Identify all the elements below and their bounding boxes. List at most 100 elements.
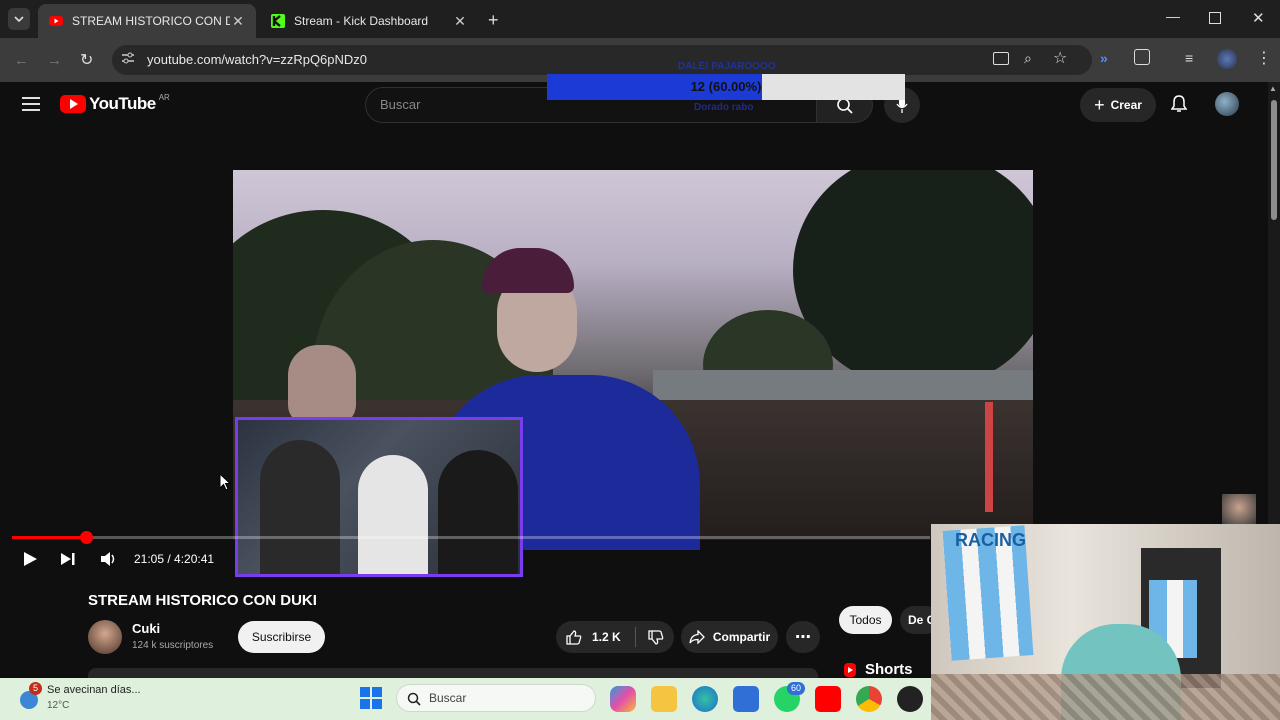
- volume-icon: [101, 552, 115, 566]
- channel-name[interactable]: Cuki: [132, 621, 160, 636]
- site-settings-icon[interactable]: [121, 51, 135, 65]
- subscribe-label: Suscribirse: [251, 630, 312, 644]
- extension-audio-icon[interactable]: »: [1100, 50, 1108, 66]
- webcam-scene: [931, 674, 1280, 720]
- forward-icon[interactable]: →: [47, 52, 62, 69]
- channel-avatar[interactable]: [88, 620, 122, 654]
- reload-icon[interactable]: ↻: [80, 50, 93, 70]
- tab-youtube[interactable]: STREAM HISTORICO CON DUKI ✕: [38, 4, 256, 38]
- edge-browser-icon[interactable]: [692, 686, 718, 712]
- zoom-icon[interactable]: ⌕: [1024, 50, 1032, 67]
- bookmark-star-icon[interactable]: ☆: [1053, 48, 1067, 68]
- country-code: AR: [158, 92, 170, 102]
- more-actions-button[interactable]: ⋯: [786, 621, 820, 653]
- close-tab-icon[interactable]: ✕: [230, 13, 246, 30]
- video-scene: [288, 345, 356, 425]
- time-display: 21:05 / 4:20:41: [134, 552, 215, 566]
- minimize-button[interactable]: —: [1166, 8, 1180, 24]
- chip-label: Todos: [849, 613, 882, 627]
- video-title: STREAM HISTORICO CON DUKI: [88, 592, 317, 609]
- chevron-down-icon: [14, 16, 24, 23]
- webcam-overlay: RACING: [931, 524, 1280, 720]
- weather-widget[interactable]: 5 Se avecinan días... 12°C: [18, 682, 158, 715]
- create-label: Crear: [1110, 98, 1142, 112]
- description-box[interactable]: [88, 668, 818, 678]
- back-icon[interactable]: ←: [14, 52, 29, 69]
- share-button[interactable]: Compartir: [681, 621, 778, 653]
- video-scene: [985, 402, 993, 512]
- restore-button[interactable]: [1209, 12, 1221, 24]
- taskbar-search[interactable]: Buscar: [396, 684, 596, 712]
- scrollbar-thumb[interactable]: [1271, 100, 1277, 220]
- poll-value: 12 (60.00%): [690, 79, 762, 94]
- media-controls-icon[interactable]: ≡: [1185, 50, 1193, 66]
- whatsapp-badge: 60: [787, 682, 805, 695]
- thumbs-down-icon[interactable]: [648, 629, 664, 645]
- weather-text: Se avecinan días...: [47, 684, 141, 696]
- kick-favicon-icon: [270, 13, 286, 29]
- tab-search-button[interactable]: [8, 8, 30, 30]
- youtube-app-icon[interactable]: [815, 686, 841, 712]
- weather-badge: 5: [29, 682, 42, 695]
- share-label: Compartir: [712, 630, 771, 644]
- close-window-button[interactable]: ✕: [1252, 9, 1265, 27]
- shorts-heading: Shorts: [843, 661, 913, 678]
- poll-top-label: DALE! PAJAROOOO: [678, 61, 776, 72]
- webcam-scene: RACING: [955, 530, 1026, 550]
- file-explorer-icon[interactable]: [651, 686, 677, 712]
- taskbar-search-label: Buscar: [429, 691, 467, 705]
- facecam-overlay: [235, 417, 523, 577]
- next-button[interactable]: [60, 552, 76, 566]
- chip-todos[interactable]: Todos: [839, 606, 892, 634]
- copilot-icon[interactable]: [610, 686, 636, 712]
- youtube-logo-icon: [60, 95, 86, 113]
- progress-fill: [12, 536, 87, 539]
- mouse-cursor-icon: [219, 473, 231, 491]
- facecam-person: [438, 450, 518, 574]
- windows-logo-icon: [360, 687, 382, 709]
- obs-icon[interactable]: [897, 686, 923, 712]
- play-button[interactable]: [22, 551, 38, 567]
- thumbs-up-icon: [566, 629, 582, 645]
- facecam-person: [358, 455, 428, 574]
- facecam-person: [260, 440, 340, 574]
- subscriber-count: 124 k suscriptores: [132, 640, 214, 651]
- progress-bar[interactable]: [12, 536, 930, 539]
- close-tab-icon[interactable]: ✕: [452, 13, 468, 30]
- shorts-icon: [844, 662, 856, 677]
- share-icon: [689, 630, 705, 644]
- chrome-icon[interactable]: [856, 686, 882, 712]
- create-button[interactable]: + Crear: [1080, 88, 1156, 122]
- tab-label: Stream - Kick Dashboard: [294, 14, 429, 28]
- account-avatar[interactable]: [1215, 92, 1239, 116]
- profile-avatar-icon[interactable]: [1217, 49, 1237, 69]
- start-button[interactable]: [360, 687, 382, 709]
- poll-bar: 12 (60.00%): [547, 74, 905, 100]
- play-icon: [24, 552, 37, 566]
- scroll-up-arrow-icon[interactable]: ▲: [1269, 84, 1277, 93]
- tab-kick-dashboard[interactable]: Stream - Kick Dashboard ✕: [260, 4, 478, 38]
- tab-label: STREAM HISTORICO CON DUKI: [72, 14, 230, 28]
- new-tab-button[interactable]: +: [488, 10, 499, 31]
- youtube-favicon-icon: [48, 13, 64, 29]
- extensions-puzzle-icon[interactable]: [1134, 49, 1150, 65]
- microsoft-store-icon[interactable]: [733, 686, 759, 712]
- volume-button[interactable]: [100, 551, 118, 567]
- poll-bottom-label: Dorado rabo: [694, 102, 754, 113]
- menu-kebab-icon[interactable]: ⋮: [1256, 48, 1272, 68]
- subscribe-button[interactable]: Suscribirse: [238, 621, 325, 653]
- plus-icon: +: [1094, 94, 1105, 115]
- notifications-bell-icon[interactable]: [1171, 95, 1187, 113]
- hamburger-menu-icon[interactable]: [22, 97, 40, 111]
- next-icon: [61, 553, 75, 565]
- more-horizontal-icon: ⋯: [795, 629, 811, 646]
- weather-temp: 12°C: [47, 700, 70, 711]
- like-count: 1.2 K: [592, 630, 621, 644]
- like-button[interactable]: 1.2 K: [556, 621, 674, 653]
- search-icon: [407, 692, 421, 706]
- url-text[interactable]: youtube.com/watch?v=zzRpQ6pNDz0: [147, 52, 367, 67]
- like-divider: [634, 627, 636, 647]
- shorts-label: Shorts: [865, 661, 913, 678]
- youtube-logo[interactable]: YouTube AR: [60, 92, 170, 114]
- install-app-icon[interactable]: [993, 52, 1009, 65]
